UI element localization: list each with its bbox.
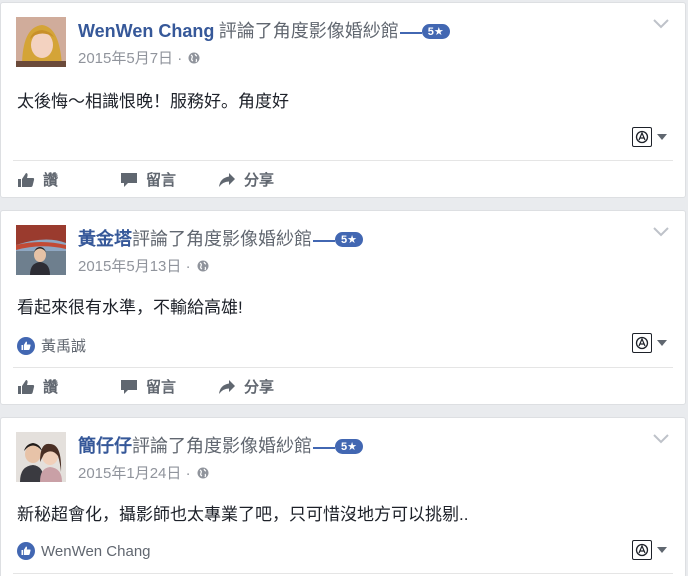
like-button[interactable]: 讚 [17,169,58,190]
author-avatar[interactable] [16,225,66,275]
share-button[interactable]: 分享 [218,376,274,397]
share-icon [219,379,236,394]
review-post-card: 黃金塔評論了角度影像婚紗館 5★ 2015年5月13日 · 看起來很有水準，不輸給… [0,210,686,405]
review-post-card: 簡仔仔評論了角度影像婚紗館 5★ 2015年1月24日 · 新秘超會化，攝影師也太… [0,417,686,576]
like-reaction-icon [17,336,35,355]
page-name-link[interactable]: 角度影像婚紗館 [273,21,399,41]
like-label: 讚 [43,379,59,396]
post-header: 簡仔仔評論了角度影像婚紗館 5★ [78,432,645,456]
review-post-card: WenWen Chang 評論了角度影像婚紗館 5★ 2015年5月7日 · 太後… [0,2,686,198]
caret-down-icon [657,134,667,140]
page-name-link[interactable]: 角度影像婚紗館 [186,436,312,456]
chevron-down-icon[interactable] [653,434,669,444]
post-text: 看起來很有水準，不輸給高雄! [17,298,243,317]
page-identity-selector[interactable] [632,127,667,147]
rating-connector [313,446,335,449]
action-text: 評論了 [132,436,186,456]
comment-label: 留言 [146,172,177,189]
share-button[interactable]: 分享 [218,169,274,190]
globe-icon [188,52,200,64]
reactions-row[interactable]: 黃禹誠 [17,335,86,356]
globe-icon [197,467,209,479]
post-header: WenWen Chang 評論了角度影像婚紗館 5★ [78,17,645,41]
meta-separator: · [185,258,191,275]
chevron-down-icon[interactable] [653,227,669,237]
post-date-link[interactable]: 2015年5月13日 [78,258,181,275]
thumbs-up-icon [18,172,35,187]
author-avatar[interactable] [16,17,66,67]
author-name-link[interactable]: 黃金塔 [78,229,132,249]
divider [13,160,673,161]
post-text: 太後悔～相識恨晚！服務好。角度好 [17,92,289,111]
liker-name[interactable]: 黃禹誠 [41,335,86,356]
rating-badge: 5★ [335,439,363,455]
author-avatar[interactable] [16,432,66,482]
caret-down-icon [657,547,667,553]
share-label: 分享 [244,172,275,189]
share-icon [219,172,236,187]
page-identity-selector[interactable] [632,333,667,353]
post-date-link[interactable]: 2015年5月7日 [78,50,173,67]
comment-icon [121,172,138,187]
meta-separator: · [177,50,183,67]
action-text: 評論了 [132,229,186,249]
comment-icon [121,379,138,394]
author-name-link[interactable]: 簡仔仔 [78,436,132,456]
page-identity-selector[interactable] [632,540,667,560]
rating-badge: 5★ [335,232,363,248]
action-text: 評論了 [218,21,273,41]
like-label: 讚 [43,172,59,189]
thumbs-up-icon [18,379,35,394]
meta-separator: · [185,465,191,482]
post-meta: 2015年1月24日 · [78,462,209,483]
like-reaction-icon [17,542,35,560]
author-name-link[interactable]: WenWen Chang [78,21,214,41]
share-label: 分享 [244,379,275,396]
chevron-down-icon[interactable] [653,19,669,29]
page-name-link[interactable]: 角度影像婚紗館 [186,229,312,249]
comment-button[interactable]: 留言 [120,376,176,397]
page-logo-icon [632,540,652,560]
rating-connector [313,239,335,242]
caret-down-icon [657,340,667,346]
globe-icon [197,260,209,272]
divider [13,573,673,574]
rating-badge: 5★ [421,24,450,40]
post-header: 黃金塔評論了角度影像婚紗館 5★ [78,225,645,249]
page-logo-icon [632,127,652,147]
like-button[interactable]: 讚 [17,376,58,397]
divider [13,367,673,368]
liker-name[interactable]: WenWen Chang [41,543,151,560]
post-action-bar: 讚 留言 分享 [17,376,306,397]
post-meta: 2015年5月7日 · [78,47,200,68]
comment-button[interactable]: 留言 [120,169,176,190]
post-meta: 2015年5月13日 · [78,255,209,276]
post-action-bar: 讚 留言 分享 [17,169,306,190]
post-text: 新秘超會化，攝影師也太專業了吧，只可惜沒地方可以挑剔.. [17,505,469,524]
comment-label: 留言 [146,379,177,396]
rating-connector [399,31,422,34]
post-date-link[interactable]: 2015年1月24日 [78,465,181,482]
page-logo-icon [632,333,652,353]
reactions-row[interactable]: WenWen Chang [17,542,151,560]
